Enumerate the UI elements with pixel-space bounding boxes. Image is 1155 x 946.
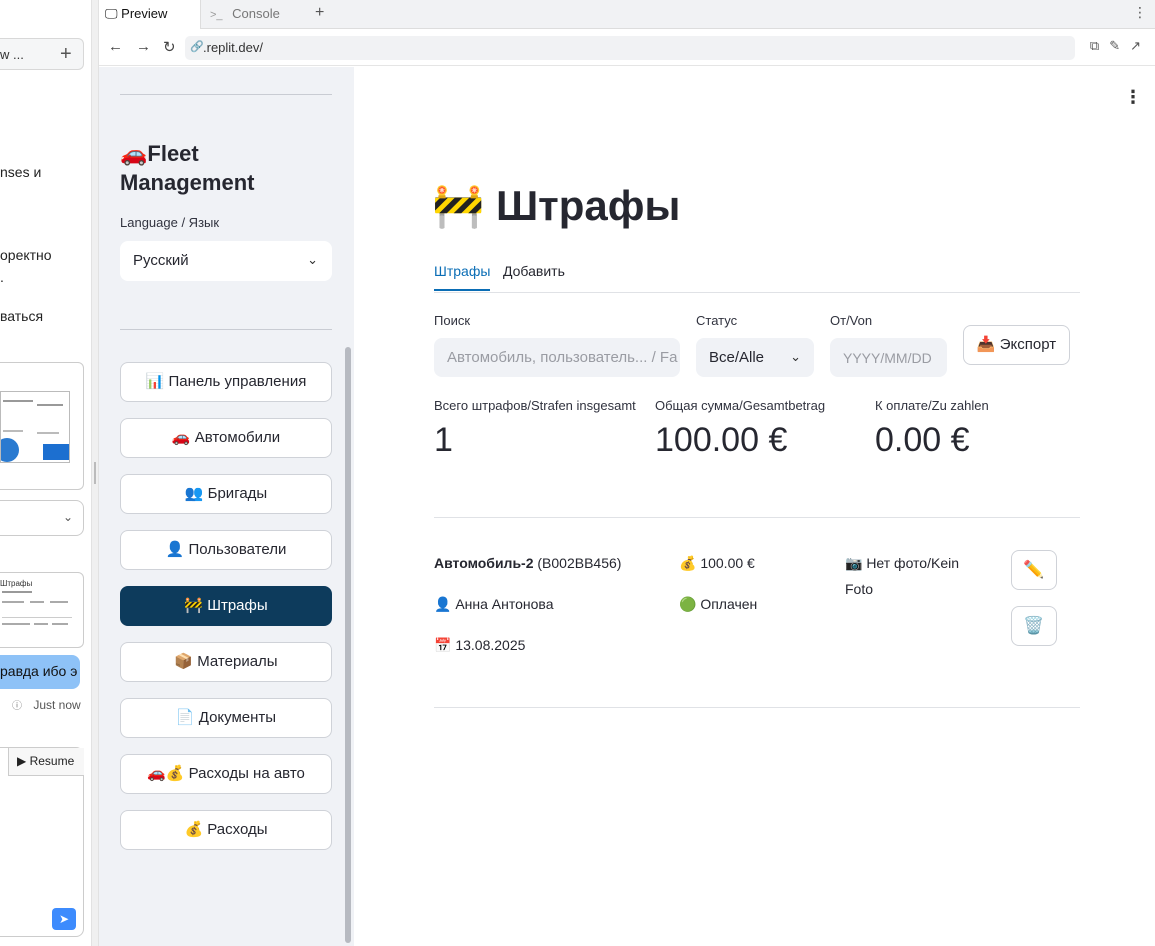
fine-user: 👤 Анна Антонова [434, 596, 554, 612]
app-title: 🚗Fleet Management [120, 141, 255, 195]
chat-title: w ... [0, 47, 24, 62]
terminal-icon: >_ [210, 9, 223, 21]
chat-screenshot-thumbnail[interactable]: Штрафы [0, 572, 84, 648]
nav-users-button[interactable]: 👤 Пользователи [120, 530, 332, 570]
metric-due-label: К оплате/Zu zahlen [875, 398, 989, 413]
chat-text-line: ваться [0, 308, 44, 324]
chevron-down-icon: ⌄ [62, 510, 73, 524]
status-label: Статус [696, 313, 738, 328]
browser-tab-bar: 🖵 Preview >_ Console + ⋮ [99, 0, 1155, 29]
chat-message-bubble: равда ибо э [0, 655, 80, 689]
message-time: ⓘ Just now [12, 697, 81, 712]
divider [434, 517, 1080, 518]
sidebar-divider [120, 94, 332, 95]
language-value: Русский [133, 252, 189, 269]
thumbnail-lines-icon [2, 591, 72, 625]
reload-icon[interactable]: ↻ [163, 38, 176, 56]
nav-materials-button[interactable]: 📦 Материалы [120, 642, 332, 682]
message-timestamp: Just now [33, 698, 81, 712]
trash-icon: 🗑️ [1023, 616, 1045, 635]
sidebar-divider [120, 329, 332, 330]
nav-dashboard-button[interactable]: 📊 Панель управления [120, 362, 332, 402]
edit-button[interactable]: ✏️ [1011, 550, 1057, 590]
url-bar: ← → ↻ 🔗 .replit.dev/ ⧉✎↗ [99, 30, 1155, 66]
metric-total-value: 1 [434, 421, 453, 459]
language-select[interactable]: Русский ⌄ [120, 241, 332, 281]
tab-preview[interactable]: 🖵 Preview [99, 0, 201, 29]
chevron-down-icon: ⌄ [307, 252, 318, 267]
nav-documents-button[interactable]: 📄 Документы [120, 698, 332, 738]
chat-dropdown[interactable]: ⌄ [0, 500, 84, 536]
chat-text-line: оректно [0, 247, 52, 263]
new-chat-plus-icon[interactable]: + [60, 43, 72, 66]
play-icon: ▶ [17, 754, 27, 768]
thumbnail-preview [0, 391, 70, 463]
metric-sum-value: 100.00 € [655, 421, 788, 459]
app-menu-icon[interactable]: ⋮ [1124, 87, 1142, 108]
divider [434, 707, 1080, 708]
nav-expenses-button[interactable]: 💰 Расходы [120, 810, 332, 850]
tab-fines-list[interactable]: Штрафы [434, 263, 491, 291]
tab-add-fine[interactable]: Добавить [503, 263, 565, 289]
fine-photo-line2: Foto [845, 581, 874, 597]
metric-total-label: Всего штрафов/Strafen insgesamt [434, 398, 636, 413]
chat-header[interactable]: w ... + [0, 38, 84, 70]
pencil-icon: ✏️ [1023, 560, 1045, 579]
nav-vehicles-button[interactable]: 🚗 Автомобили [120, 418, 332, 458]
nav-fines-button[interactable]: 🚧 Штрафы [120, 586, 332, 626]
back-arrow-icon[interactable]: ← [108, 38, 123, 55]
language-label: Language / Язык [120, 215, 220, 230]
delete-button[interactable]: 🗑️ [1011, 606, 1057, 646]
status-value: Все/Alle [709, 349, 765, 366]
content-tabs: Штрафы Добавить [434, 257, 1080, 293]
from-date-input[interactable]: YYYY/MM/DD [830, 338, 947, 377]
nav-vehicle-expenses-button[interactable]: 🚗💰 Расходы на авто [120, 754, 332, 794]
fine-photo-line1: 📷 Нет фото/Kein [845, 555, 960, 571]
fine-status: 🟢 Оплачен [679, 596, 758, 612]
url-toolbar-icons[interactable]: ⧉✎↗ [1090, 38, 1151, 54]
forward-arrow-icon[interactable]: → [136, 38, 151, 55]
send-button[interactable]: ➤ [52, 908, 76, 930]
metric-sum-label: Общая сумма/Gesamtbetrag [655, 398, 826, 413]
send-icon: ➤ [58, 912, 70, 926]
splitter-grip-icon[interactable] [94, 462, 96, 484]
url-field[interactable]: 🔗 .replit.dev/ [185, 36, 1075, 60]
vehicle-plate: (B002BB456) [537, 555, 622, 571]
chat-text-line: nses и [0, 164, 42, 180]
vehicle-name: Автомобиль-2 [434, 555, 534, 571]
sidebar-scrollbar[interactable] [345, 347, 351, 943]
fine-vehicle: Автомобиль-2 (B002BB456) [434, 555, 621, 571]
panel-splitter[interactable] [92, 0, 99, 946]
clock-icon: ⓘ [12, 701, 22, 712]
chat-input-box[interactable]: ▶ Resume ➤ [0, 747, 84, 937]
chat-text-line: . [0, 269, 4, 285]
more-vertical-icon[interactable]: ⋮ [1133, 4, 1147, 21]
thumbnail-chart-icon [0, 400, 69, 462]
url-text: .replit.dev/ [203, 40, 263, 55]
chevron-down-icon: ⌄ [790, 349, 801, 364]
resume-button[interactable]: ▶ Resume [8, 748, 84, 776]
status-select[interactable]: Все/Alle ⌄ [696, 338, 814, 377]
link-icon: 🔗 [190, 41, 204, 53]
new-tab-plus-icon[interactable]: + [315, 4, 324, 22]
monitor-icon: 🖵 [105, 6, 118, 21]
export-button[interactable]: 📥 Экспорт [963, 325, 1070, 365]
fine-amount: 💰 100.00 € [679, 555, 755, 571]
app-sidebar: 🚗Fleet Management Language / Язык Русски… [99, 67, 354, 946]
search-input[interactable]: Автомобиль, пользователь... / Fa [434, 338, 680, 377]
resume-label: Resume [29, 754, 75, 768]
tab-label: Preview [121, 6, 168, 21]
search-label: Поиск [434, 313, 471, 328]
metric-due-value: 0.00 € [875, 421, 970, 459]
page-title: 🚧 Штрафы [432, 182, 681, 229]
main-content: ⋮ 🚧 Штрафы Штрафы Добавить Поиск Автомоб… [354, 67, 1155, 946]
chat-screenshot-thumbnail[interactable] [0, 362, 84, 490]
tab-console[interactable]: >_ Console [202, 0, 304, 29]
nav-teams-button[interactable]: 👥 Бригады [120, 474, 332, 514]
fine-date: 📅 13.08.2025 [434, 637, 526, 653]
chat-panel: w ... + nses и оректно . ваться ⌄ Штрафы [0, 0, 92, 946]
from-date-label: От/Von [830, 313, 873, 328]
tab-label: Console [232, 6, 280, 21]
